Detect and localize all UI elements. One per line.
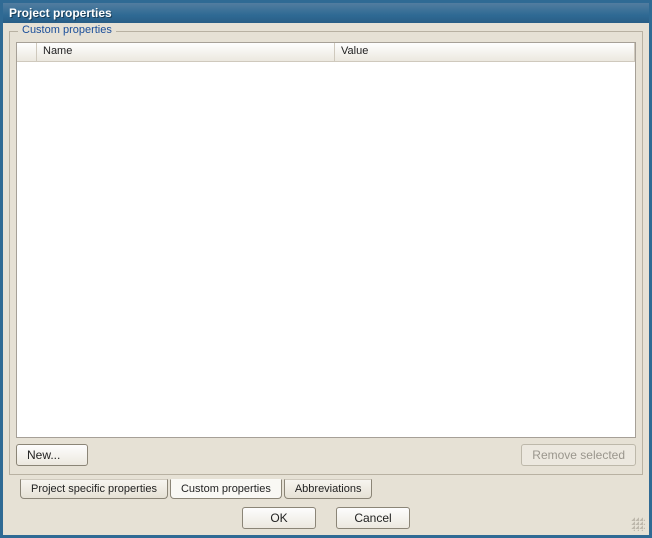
column-header-value[interactable]: Value	[335, 43, 635, 61]
group-label: Custom properties	[18, 24, 116, 36]
new-button[interactable]: New...	[16, 444, 88, 466]
tab-project-specific-properties[interactable]: Project specific properties	[20, 479, 168, 499]
tab-custom-properties[interactable]: Custom properties	[170, 479, 282, 499]
cancel-button[interactable]: Cancel	[336, 507, 410, 529]
window-title: Project properties	[9, 6, 112, 20]
custom-properties-group: Custom properties Name Value New... Remo…	[9, 31, 643, 475]
tab-abbreviations[interactable]: Abbreviations	[284, 479, 373, 499]
client-area: Custom properties Name Value New... Remo…	[3, 23, 649, 535]
dialog-button-row: OK Cancel	[6, 501, 646, 529]
table-body-empty[interactable]	[17, 62, 635, 437]
header-checkbox-col	[17, 43, 37, 61]
resize-grip-icon[interactable]	[631, 517, 645, 531]
column-header-name[interactable]: Name	[37, 43, 335, 61]
ok-button[interactable]: OK	[242, 507, 316, 529]
table-header: Name Value	[17, 43, 635, 62]
tab-strip: Project specific properties Custom prope…	[20, 479, 646, 499]
group-button-row: New... Remove selected	[16, 444, 636, 466]
remove-selected-button: Remove selected	[521, 444, 636, 466]
properties-table[interactable]: Name Value	[16, 42, 636, 438]
dialog-window: Project properties Custom properties Nam…	[0, 0, 652, 538]
titlebar: Project properties	[3, 3, 649, 23]
